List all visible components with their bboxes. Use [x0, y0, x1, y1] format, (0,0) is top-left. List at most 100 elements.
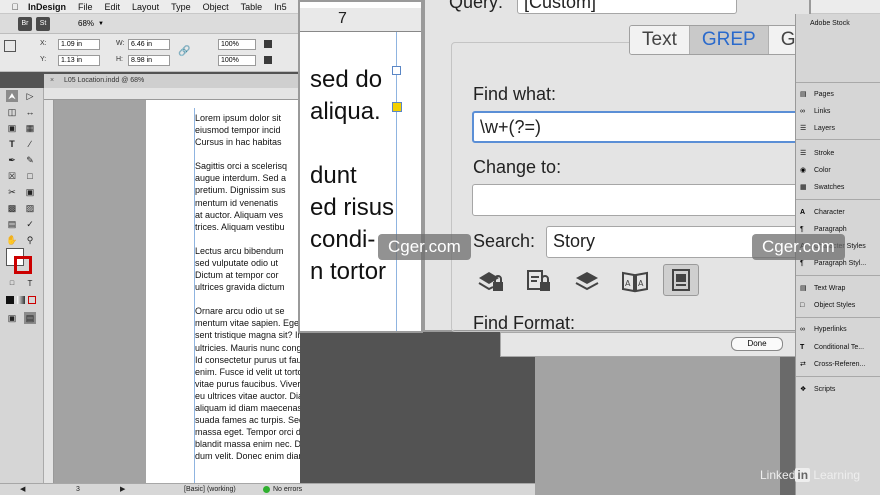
y-field[interactable]: 1.13 in	[58, 55, 100, 66]
bridge-button[interactable]: Br	[18, 16, 32, 31]
body-line: blandit massa enim nec. Duis convallis c…	[195, 439, 300, 450]
normal-view-icon[interactable]: ▣	[6, 312, 18, 324]
scissors-tool-icon[interactable]: ✂	[6, 186, 18, 198]
gradient-feather-tool-icon[interactable]: ▨	[24, 202, 36, 214]
locked-layers-icon[interactable]	[473, 265, 509, 297]
menu-table[interactable]: Table	[235, 2, 269, 12]
body-line: dum velit. Donec enim diam vulputate ut …	[195, 451, 300, 462]
y-label: Y:	[40, 56, 47, 63]
apply-gradient-icon[interactable]	[17, 296, 25, 304]
panel-stroke[interactable]: Stroke	[814, 150, 834, 157]
panel-conditional-text[interactable]: Conditional Te...	[814, 344, 864, 351]
document-tab[interactable]: × L05 Location.indd @ 68%	[44, 74, 300, 88]
shear-icon[interactable]	[264, 56, 272, 64]
menu-indesign[interactable]: InDesign	[22, 2, 72, 12]
menu-layout[interactable]: Layout	[126, 2, 165, 12]
panel-character[interactable]: Character	[814, 209, 845, 216]
query-label: Query:	[449, 0, 504, 12]
note-tool-icon[interactable]: ▤	[6, 218, 18, 230]
panel-paragraph[interactable]: Paragraph	[814, 226, 847, 233]
eyedropper-tool-icon[interactable]: ✓	[24, 218, 36, 230]
locked-stories-icon[interactable]	[521, 265, 557, 297]
gradient-swatch-tool-icon[interactable]: ▩	[6, 202, 18, 214]
body-line: pretium. Dignissim sus	[195, 185, 286, 196]
line-tool-icon[interactable]: ∕	[24, 138, 36, 150]
panel-text-wrap[interactable]: Text Wrap	[814, 285, 845, 292]
panel-paragraph-styles[interactable]: Paragraph Styl...	[814, 260, 866, 267]
h-field[interactable]: 8.98 in	[128, 55, 170, 66]
find-what-label: Find what:	[473, 84, 557, 104]
zoom-tool-icon[interactable]: ⚲	[24, 234, 36, 246]
panel-object-styles[interactable]: Object Styles	[814, 302, 855, 309]
stock-button[interactable]: St	[36, 16, 50, 31]
direct-selection-tool-icon[interactable]: ▷	[24, 90, 36, 102]
body-line: ultrices gravida dictum	[195, 282, 285, 293]
formatting-container-icon[interactable]: □	[6, 278, 18, 290]
type-tool-icon[interactable]: T	[6, 138, 18, 150]
working-style[interactable]: [Basic] (working)	[184, 484, 236, 495]
tab-grep[interactable]: GREP	[689, 26, 769, 54]
panel-scripts[interactable]: Scripts	[814, 386, 835, 393]
apple-icon[interactable]: 	[8, 2, 22, 12]
panel-links[interactable]: Links	[814, 108, 830, 115]
rotate-icon[interactable]	[264, 40, 272, 48]
scale-y-field[interactable]: 100%	[218, 55, 256, 66]
hand-tool-icon[interactable]: ✋	[6, 234, 18, 246]
reference-point-icon[interactable]	[4, 40, 16, 52]
screen-mode-icon[interactable]: ▤	[24, 312, 36, 324]
object-styles-icon: □	[800, 302, 805, 309]
link-proportions-icon[interactable]: 🔗	[178, 46, 190, 57]
chevron-down-icon[interactable]: ▼	[98, 21, 104, 27]
tab-text[interactable]: Text	[630, 26, 690, 54]
free-transform-tool-icon[interactable]: ▣	[24, 186, 36, 198]
panel-swatches[interactable]: Swatches	[814, 184, 844, 191]
panel-pages[interactable]: Pages	[814, 91, 834, 98]
body-line: mentum id venenatis	[195, 197, 279, 208]
w-field[interactable]: 6.46 in	[128, 39, 170, 50]
page-tool-icon[interactable]: ◫	[6, 106, 18, 118]
panel-cross-references[interactable]: Cross-Referen...	[814, 361, 865, 368]
preflight-errors[interactable]: No errors	[273, 484, 302, 495]
first-page-icon[interactable]: ◀	[20, 484, 25, 495]
menu-edit[interactable]: Edit	[99, 2, 127, 12]
menu-type[interactable]: Type	[165, 2, 197, 12]
body-line: Cursus in hac habitas	[195, 137, 282, 148]
content-placer-icon[interactable]: ▦	[24, 122, 36, 134]
zoomed-line: aliqua.	[310, 98, 381, 125]
panel-layers[interactable]: Layers	[814, 125, 835, 132]
formatting-text-icon[interactable]: T	[24, 278, 36, 290]
panel-hyperlinks[interactable]: Hyperlinks	[814, 326, 847, 333]
rectangle-tool-icon[interactable]: □	[24, 170, 36, 182]
body-line: Id consectetur purus ut faucibus pulvina…	[195, 354, 300, 365]
menu-in5[interactable]: In5	[268, 2, 293, 12]
query-select[interactable]: [Custom]	[517, 0, 737, 14]
master-pages-icon[interactable]: AA	[617, 265, 653, 297]
pen-tool-icon[interactable]: ✒	[6, 154, 18, 166]
change-to-field[interactable]	[472, 184, 812, 216]
selection-tool-icon[interactable]: ⮝	[6, 90, 18, 102]
body-line: enim. Fusce id velit ut tortor pretium v…	[195, 366, 300, 377]
menu-object[interactable]: Object	[197, 2, 235, 12]
scale-x-field[interactable]: 100%	[218, 39, 256, 50]
find-what-field[interactable]: \w+(?=)	[472, 111, 812, 143]
done-button[interactable]: Done	[731, 337, 783, 351]
content-collector-icon[interactable]: ▣	[6, 122, 18, 134]
apply-none-icon[interactable]	[28, 296, 36, 304]
tools-panel: ⮝ ▷ ◫ ↔ ▣ ▦ T ∕ ✒ ✎ ☒ □ ✂ ▣ ▩ ▨ ▤ ✓ ✋ ⚲ …	[0, 88, 44, 495]
menu-file[interactable]: File	[72, 2, 99, 12]
zoom-level[interactable]: 68%	[78, 19, 94, 28]
close-icon[interactable]: ×	[50, 74, 54, 88]
gap-tool-icon[interactable]: ↔	[24, 106, 36, 118]
panel-color[interactable]: Color	[814, 167, 831, 174]
next-page-icon[interactable]: ▶	[120, 484, 125, 495]
x-field[interactable]: 1.09 in	[58, 39, 100, 50]
rectangle-frame-tool-icon[interactable]: ☒	[6, 170, 18, 182]
stroke-swatch[interactable]	[14, 256, 32, 274]
apply-color-icon[interactable]	[6, 296, 14, 304]
adobe-stock-search[interactable]: Adobe Stock	[810, 20, 850, 27]
footnotes-icon[interactable]	[663, 264, 699, 296]
body-text[interactable]: Lorem ipsum dolor sit eiusmod tempor inci…	[195, 112, 300, 483]
page-number[interactable]: 3	[76, 484, 80, 495]
pencil-tool-icon[interactable]: ✎	[24, 154, 36, 166]
hidden-layers-icon[interactable]	[569, 265, 605, 297]
